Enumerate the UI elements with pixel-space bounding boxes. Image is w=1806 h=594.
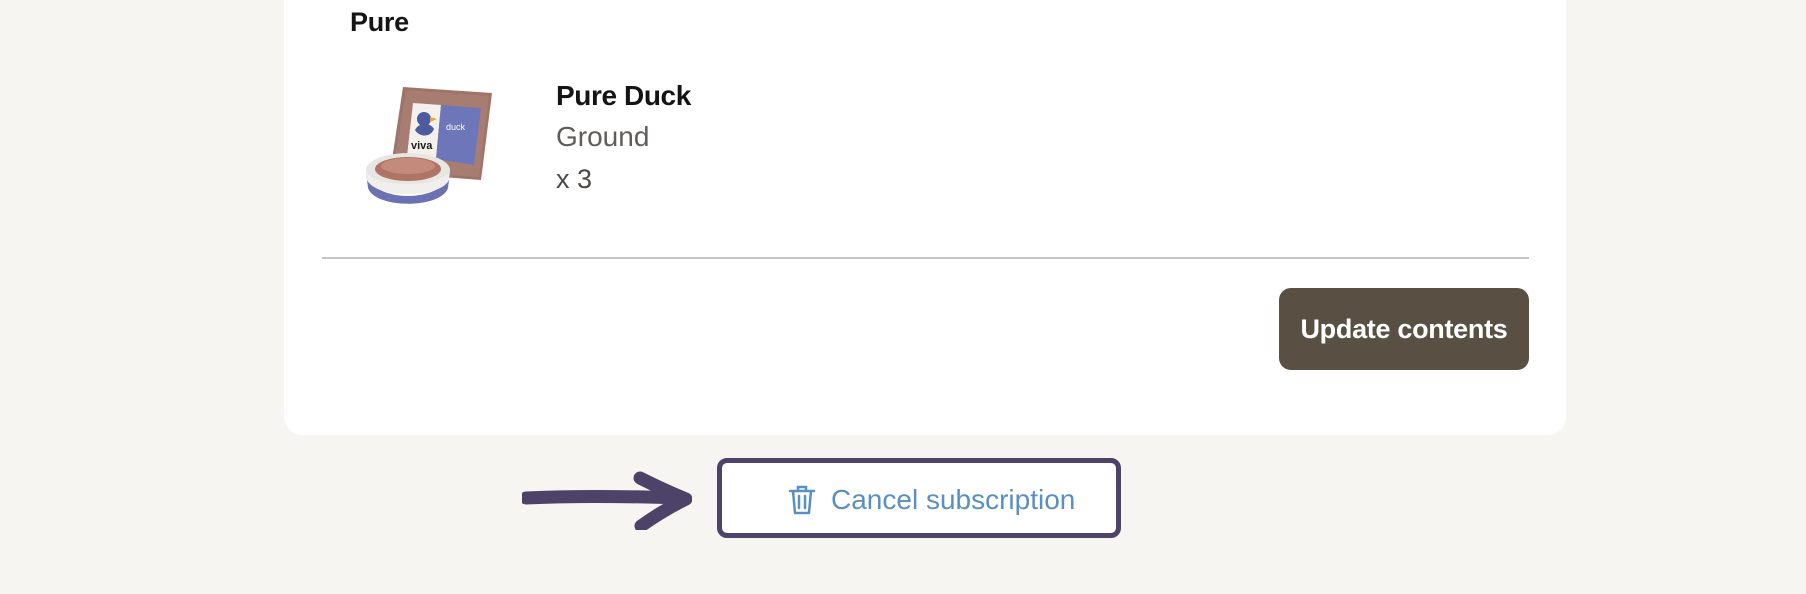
page: Pure viva duck Pure Duck Ground x 3 Upda… [0,0,1806,594]
package-brand: viva [411,140,433,152]
section-title: Pure [350,7,409,37]
trash-icon [788,485,816,515]
food-bowl [366,153,450,204]
product-image: viva duck [366,87,492,204]
arrow-right-icon [522,471,692,530]
product-quantity: x 3 [556,164,593,194]
cancel-subscription-label[interactable]: Cancel subscription [831,484,1075,516]
product-name: Pure Duck [556,80,691,111]
package-label: duck [446,122,466,132]
product-variant: Ground [556,121,650,152]
update-contents-button[interactable]: Update contents [1279,288,1529,370]
cancel-subscription-button[interactable]: Cancel subscription [787,478,1075,522]
divider [322,257,1529,259]
